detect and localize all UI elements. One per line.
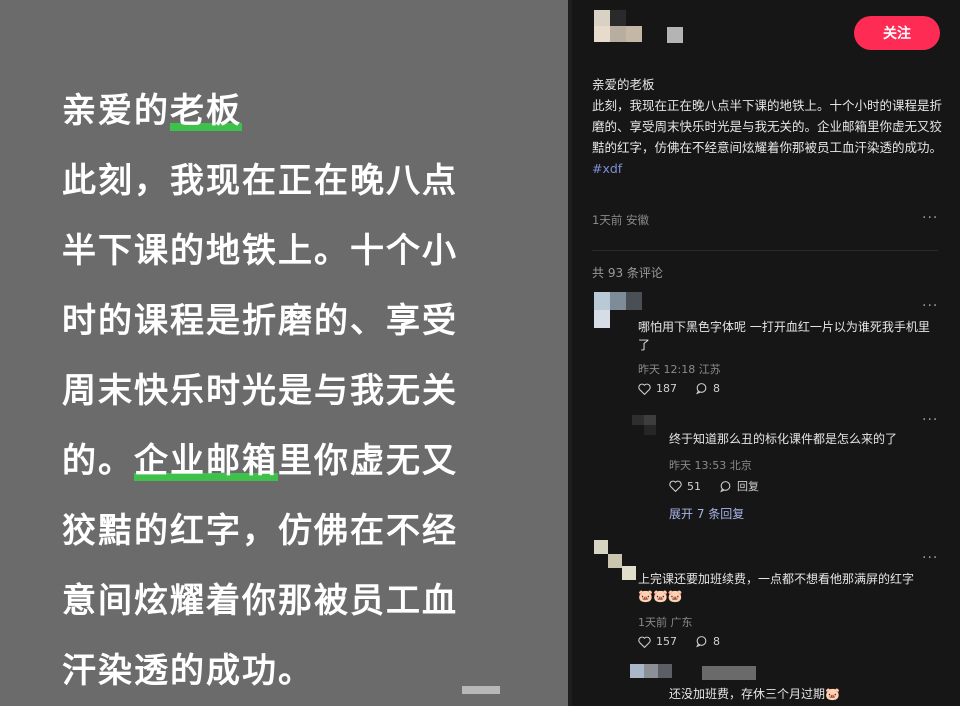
commenter-avatar[interactable] [594,540,642,580]
comment-stats: 157 8 [638,635,720,648]
note-text-segment: 半下课的地铁上。十个小 [62,231,458,271]
post-body: 此刻，我现在正在晚八点半下课的地铁上。十个小时的课程是折磨的、享受周末快乐时光是… [592,98,943,155]
like-count: 187 [656,382,677,395]
like-icon[interactable] [669,480,682,492]
note-text-segment: 周末快乐时光是与我无关 [62,371,458,411]
comment-count: 共 93 条评论 [592,266,663,280]
note-line: 汗染透的成功。 [62,651,314,691]
comment-text: 哪怕用下黑色字体呢 一打开血红一片以为谁死我手机里了 [638,320,930,352]
note-line: 的。企业邮箱里你虚无又 [62,441,458,481]
note-text-segment: 狡黠的红字，仿佛在不经 [62,511,458,551]
reply-count: 8 [713,635,720,648]
note-image-panel: 亲爱的老板此刻，我现在正在晚八点 半下课的地铁上。十个小 时的课程是折磨的、享受 周末… [0,0,568,706]
note-line: 意间炫耀着你那被员工血 [62,581,458,621]
post-more-button[interactable]: ··· [922,210,938,226]
note-line: 此刻，我现在正在晚八点 [62,161,458,201]
comment-emoji: 🐷🐷🐷 [638,589,683,603]
comment-text: 终于知道那么丑的标化课件都是怎么来的了 [669,432,898,446]
comment-meta: 1天前 广东 [638,616,693,629]
expand-replies-button[interactable]: 展开 7 条回复 [669,505,744,522]
commenter-avatar[interactable] [632,415,668,435]
author-avatar[interactable] [594,10,646,46]
like-count: 157 [656,635,677,648]
comment-stats: 187 8 [638,382,720,395]
comment-more-button[interactable]: ··· [922,412,938,428]
post-meta: 1天前 安徽 [592,213,649,227]
comment-meta: 昨天 13:53 北京 [669,459,752,472]
note-image-text: 亲爱的老板此刻，我现在正在晚八点 半下课的地铁上。十个小 时的课程是折磨的、享受 周末… [62,76,522,706]
like-icon[interactable] [638,383,651,395]
comment-text: 上完课还要加班续费，一点都不想看他那满屏的红字 [638,572,915,586]
note-line: 狡黠的红字，仿佛在不经 [62,511,458,551]
note-text-segment: 亲爱的 [62,91,170,131]
note-text-segment: 的。 [62,441,134,481]
note-line: 时的课程是折磨的、享受 [62,301,458,341]
like-count: 51 [687,479,701,493]
note-text-segment: 里你虚无又 [278,441,458,481]
note-text-segment: 汗染透的成功。 [62,651,314,691]
note-line: 亲爱的老板 [62,91,242,131]
comment-more-button[interactable]: ··· [922,550,938,566]
commenter-name-blurred[interactable] [702,666,756,680]
highlighted-text: 老板 [170,91,242,131]
author-name-blurred[interactable] [667,27,683,43]
comment-more-button[interactable]: ··· [922,298,938,314]
post-greeting: 亲爱的老板 [592,77,655,92]
note-line: 半下课的地铁上。十个小 [62,231,458,271]
divider [592,250,938,251]
reply-icon[interactable] [695,635,708,648]
commenter-avatar[interactable] [630,664,674,686]
follow-button[interactable]: 关注 [854,16,940,50]
reply-button-label[interactable]: 回复 [737,478,759,494]
post-detail-panel: 关注 亲爱的老板 此刻，我现在正在晚八点半下课的地铁上。十个小时的课程是折磨的、… [572,0,960,706]
comment-meta: 昨天 12:18 江苏 [638,363,721,376]
note-text-segment: 意间炫耀着你那被员工血 [62,581,458,621]
comment-stats: 51 回复 [669,478,759,494]
note-line: 周末快乐时光是与我无关 [62,371,458,411]
comment-text: 还没加班费，存休三个月过期🐷 [669,687,840,701]
post-caption: 亲爱的老板 此刻，我现在正在晚八点半下课的地铁上。十个小时的课程是折磨的、享受周… [592,74,942,179]
reply-icon[interactable] [695,382,708,395]
like-icon[interactable] [638,636,651,648]
reply-icon[interactable] [719,480,732,493]
note-text-segment: 此刻，我现在正在晚八点 [62,161,458,201]
commenter-avatar[interactable] [594,292,644,330]
reply-count: 8 [713,382,720,395]
image-scroll-indicator [462,686,500,694]
note-text-segment: 时的课程是折磨的、享受 [62,301,458,341]
highlighted-text: 企业邮箱 [134,441,278,481]
post-hashtag[interactable]: #xdf [592,158,942,179]
